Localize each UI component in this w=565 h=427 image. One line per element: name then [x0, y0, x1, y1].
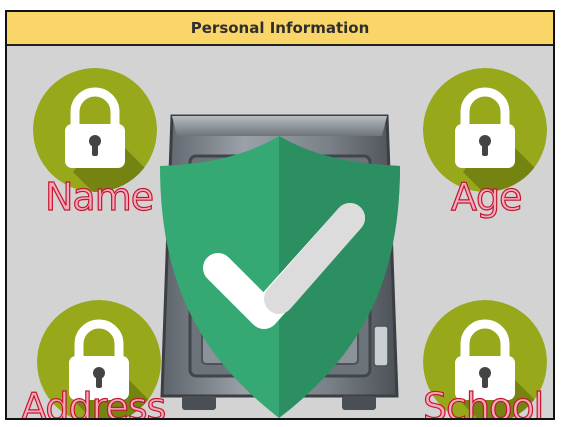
padlock-icon — [423, 68, 547, 192]
school-label: School — [422, 385, 544, 420]
address-label: Address — [20, 385, 167, 420]
name-label: Name — [44, 175, 154, 219]
panel-title: Personal Information — [7, 12, 553, 46]
illustration-area: Name Age Address School — [7, 46, 553, 420]
padlock-icon — [33, 68, 157, 192]
safe-shield-illustration — [142, 96, 417, 418]
age-label: Age — [450, 175, 523, 219]
info-panel: Personal Information Name Age Address Sc… — [5, 10, 555, 420]
shield-check-icon — [160, 114, 400, 418]
age-lock-badge — [423, 68, 547, 192]
name-lock-badge — [33, 68, 157, 192]
